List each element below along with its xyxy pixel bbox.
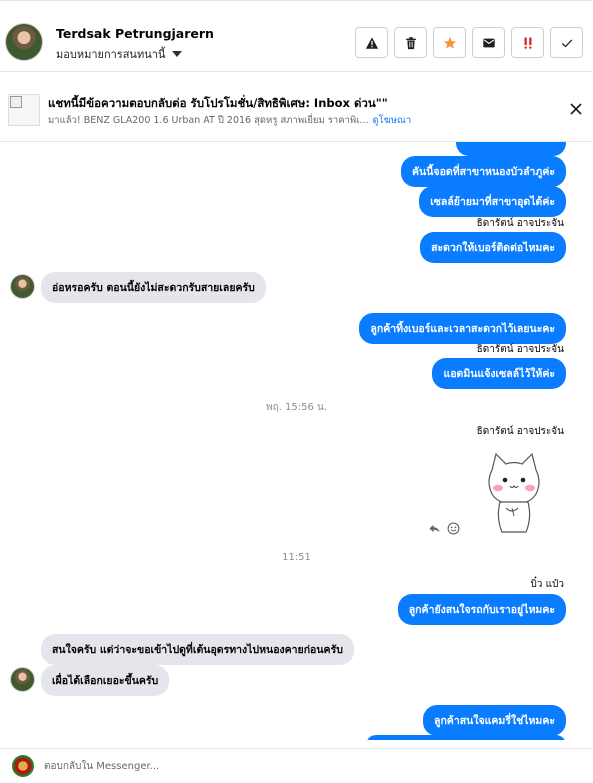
star-icon [443, 36, 456, 49]
cat-sticker[interactable] [484, 448, 544, 538]
notice-desc-text: มาแล้ว! BENZ GLA200 1.6 Urban AT ปี 2016… [48, 115, 369, 126]
reply-composer [0, 748, 593, 783]
message-bubble-outgoing[interactable]: ลูกค้าสนใจแคมรี่ใช่ไหมคะ [423, 705, 566, 736]
warning-icon [365, 36, 378, 49]
sender-name: ธิดารัตน์ อาจประจัน [476, 344, 564, 355]
message-bubble-incoming[interactable]: เผื่อได้เลือกเยอะขึ้นครับ [41, 665, 170, 696]
message-bubble-outgoing[interactable] [366, 735, 566, 740]
check-icon [561, 39, 572, 47]
sender-name: ธิดารัตน์ อาจประจัน [476, 218, 564, 229]
reply-input[interactable] [44, 757, 544, 775]
message-bubble-outgoing[interactable]: ลูกค้ายังสนใจรถกับเราอยู่ไหมคะ [397, 594, 566, 625]
message-tools [428, 522, 460, 535]
message-bubble-outgoing[interactable]: แอดมินแจ้งเซลล์ไว้ให้ค่ะ [432, 358, 566, 389]
notice-description: มาแล้ว! BENZ GLA200 1.6 Urban AT ปี 2016… [48, 113, 411, 128]
caret-down-icon [172, 51, 183, 57]
report-button[interactable] [355, 27, 388, 58]
message-bubble-outgoing[interactable]: ลูกค้าทิ้งเบอร์และเวลาสะดวกไว้เลยนะคะ [359, 313, 566, 344]
timestamp-separator: 11:51 [282, 552, 311, 563]
star-button[interactable] [433, 27, 466, 58]
mark-done-button[interactable] [550, 27, 583, 58]
page-avatar [12, 755, 34, 777]
react-emoji-icon[interactable] [447, 522, 460, 535]
delete-button[interactable] [394, 27, 427, 58]
message-bubble-incoming[interactable]: อ่อหรอครับ ตอนนี้ยังไม่สะดวกรับสายเลยครั… [41, 272, 266, 303]
message-bubble-outgoing[interactable]: คันนี้จอดที่สาขาหนองบัวลำภูค่ะ [401, 156, 566, 187]
assign-conversation-dropdown[interactable]: มอบหมายการสนทนานี้ [56, 45, 183, 63]
sender-name: บิ๋ว แป๋ว [530, 579, 564, 590]
mark-unread-button[interactable] [472, 27, 505, 58]
view-ad-link[interactable]: ดูโฆษณา [372, 115, 411, 126]
contact-avatar-small[interactable] [10, 667, 35, 692]
notice-title: แชทนี้มีข้อความตอบกลับต่อ รับโปรโมชั่น/ส… [48, 96, 388, 110]
message-bubble-outgoing[interactable]: เซลล์ย้ายมาที่สาขาอุดได้ค่ะ [419, 186, 566, 217]
double-exclamation-icon [524, 36, 531, 49]
envelope-icon [482, 38, 495, 47]
ad-reply-notice: แชทนี้มีข้อความตอบกลับต่อ รับโปรโมชั่น/ส… [0, 78, 593, 142]
message-bubble-outgoing[interactable] [456, 142, 566, 156]
message-thread: คันนี้จอดที่สาขาหนองบัวลำภูค่ะ เซลล์ย้าย… [0, 142, 593, 740]
trash-icon [405, 36, 416, 49]
assign-label: มอบหมายการสนทนานี้ [56, 48, 166, 61]
close-icon[interactable] [569, 102, 583, 116]
contact-avatar[interactable] [5, 23, 43, 61]
ad-thumbnail[interactable] [8, 94, 40, 126]
message-bubble-outgoing[interactable]: สะดวกให้เบอร์ติดต่อไหมคะ [420, 232, 566, 263]
sender-name: ธิดารัตน์ อาจประจัน [476, 426, 564, 437]
message-bubble-incoming[interactable]: สนใจครับ แต่ว่าจะขอเข้าไปดูที่เต้นอุดรทา… [41, 634, 354, 665]
reply-icon[interactable] [428, 522, 441, 535]
timestamp-separator: พฤ. 15:56 น. [265, 402, 327, 413]
mark-important-button[interactable] [511, 27, 544, 58]
contact-name[interactable]: Terdsak Petrungjarern [56, 26, 214, 41]
contact-avatar-small[interactable] [10, 274, 35, 299]
messenger-conversation-pane: Terdsak Petrungjarern มอบหมายการสนทนานี้ [0, 0, 593, 783]
header-actions [355, 27, 583, 58]
conversation-header: Terdsak Petrungjarern มอบหมายการสนทนานี้ [0, 0, 593, 72]
